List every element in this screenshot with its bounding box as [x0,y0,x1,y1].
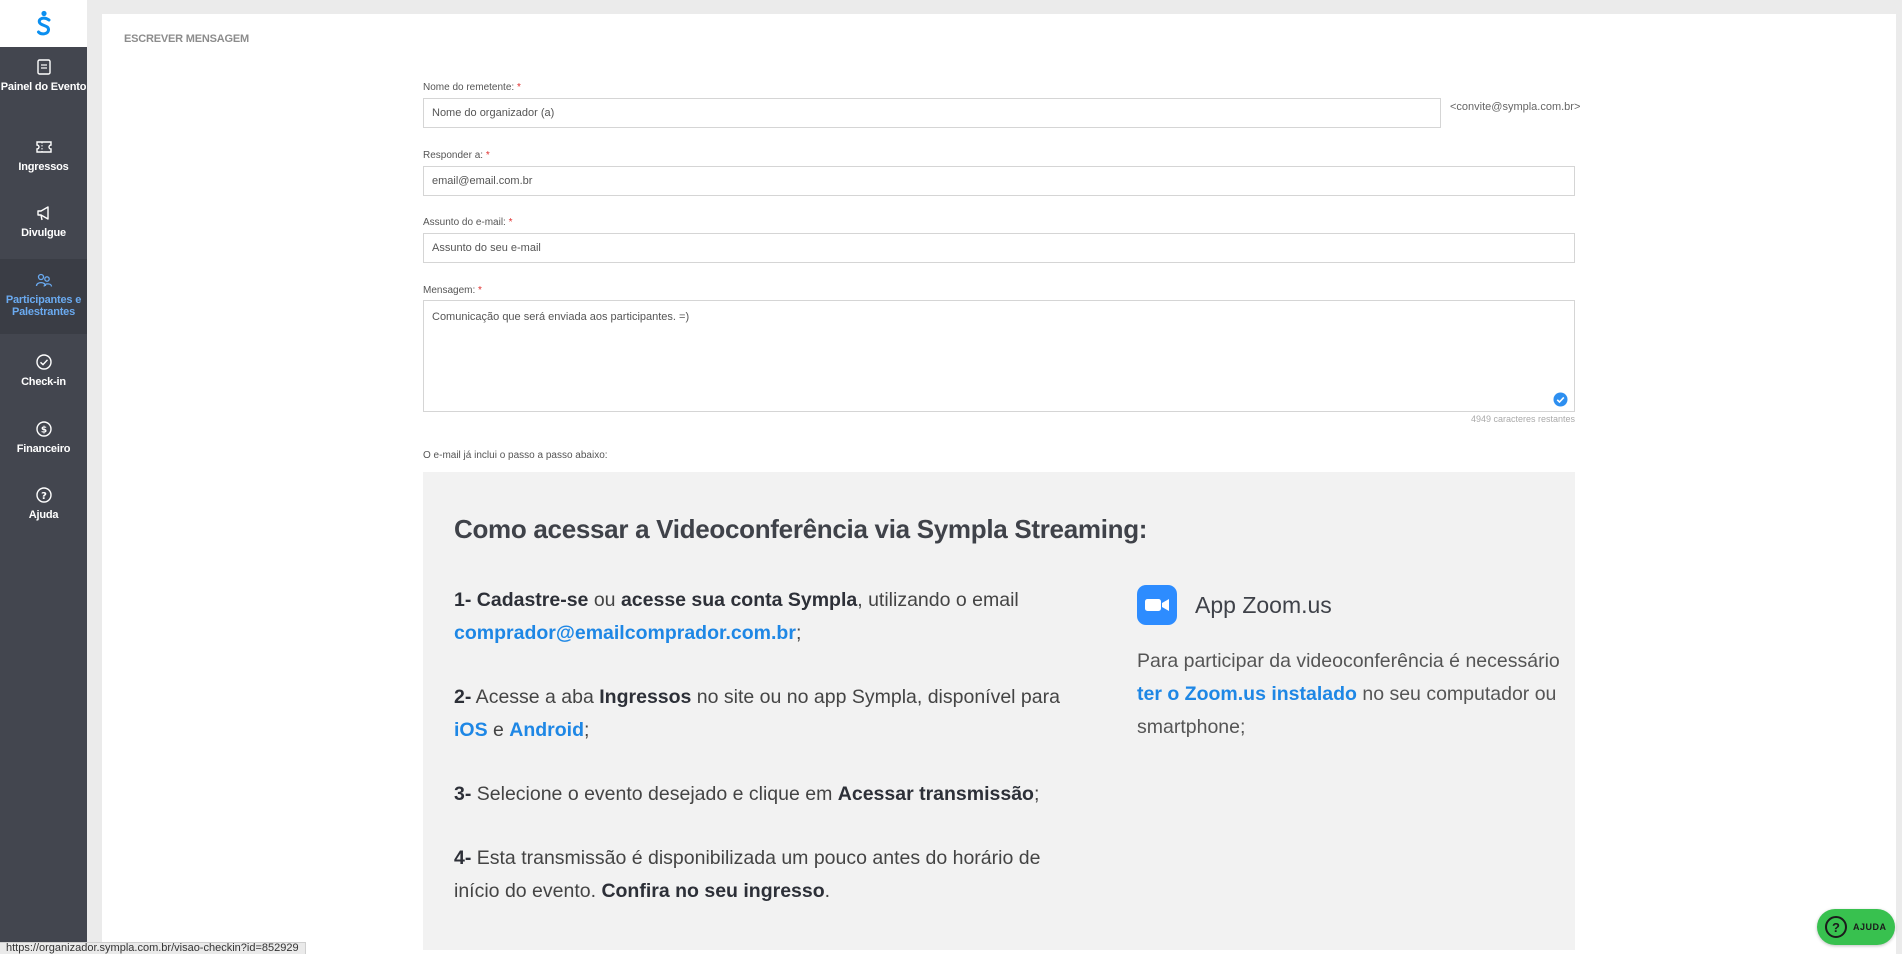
buyer-email-link[interactable]: comprador@emailcomprador.com.br [454,622,796,644]
step-1: 1- Cadastre-se ou acesse sua conta Sympl… [454,584,1064,650]
step-text: ; [1033,783,1040,805]
zoom-description: Para participar da videoconferência é ne… [1137,645,1567,744]
required-mark: * [516,82,521,93]
zoom-header: App Zoom.us [1137,585,1567,625]
step-text: Ingressos [599,686,692,708]
step-text: . [824,880,831,902]
step-text: no site ou no app Sympla, disponível par… [691,686,1060,708]
reply-to-label: Responder a: * [423,150,490,161]
sidebar-item-label: Painel do Evento [0,81,87,93]
people-icon [35,273,52,287]
includes-label: O e-mail já inclui o passo a passo abaix… [423,450,608,461]
message-card: ESCREVER MENSAGEM Nome do remetente: * <… [102,14,1896,954]
sidebar-item-ingressos[interactable]: Ingressos [0,138,87,183]
page-title: ESCREVER MENSAGEM [124,33,249,45]
sidebar-item-divulgue[interactable]: Divulgue [0,204,87,249]
message-label: Mensagem: * [423,285,482,296]
sidebar-item-participantes[interactable]: Participantes e Palestrantes [0,259,87,334]
megaphone-icon [36,206,49,221]
zoom-title: App Zoom.us [1195,591,1332,618]
step-text: ou [588,589,621,611]
help-button[interactable]: ? AJUDA [1817,909,1895,945]
svg-text:$: $ [40,426,46,436]
instructions-title: Como acessar a Videoconferência via Symp… [454,514,1148,544]
sidebar-item-painel[interactable]: Painel do Evento [0,58,87,113]
step-text: ; [584,719,590,741]
message-label-text: Mensagem: [423,285,476,296]
sender-label-text: Nome do remetente: [423,82,515,93]
sidebar-item-label: Participantes e Palestrantes [5,294,82,318]
sidebar-item-label: Ingressos [18,161,69,173]
steps-list: 1- Cadastre-se ou acesse sua conta Sympl… [454,584,1064,939]
reply-to-input[interactable] [423,166,1575,196]
sidebar-item-label: Financeiro [16,443,71,455]
step-3: 3- Selecione o evento desejado e clique … [454,778,1064,811]
step-text: Cadastre-se [476,589,589,611]
required-mark: * [478,285,482,296]
sidebar: Painel do Evento Ingressos Divulgue Part… [0,0,87,954]
svg-text:?: ? [41,491,47,502]
help-question-icon: ? [1825,916,1847,938]
sympla-logo[interactable] [0,0,87,47]
android-link[interactable]: Android [509,719,584,741]
required-mark: * [485,150,490,161]
zoom-install-link[interactable]: ter o Zoom.us instalado [1137,683,1357,705]
ios-link[interactable]: iOS [454,719,488,741]
sidebar-item-ajuda[interactable]: ? Ajuda [0,486,87,531]
reply-to-label-text: Responder a: [423,150,484,161]
step-text: Acesse a aba [471,686,600,708]
step-text: Selecione o evento desejado e clique em [471,783,838,805]
required-mark: * [508,217,513,228]
step-4: 4- Esta transmissão é disponibilizada um… [454,842,1064,908]
step-text: , utilizando o email [857,589,1019,611]
zoom-camera-icon [1137,585,1177,625]
step-text: ; [795,622,802,644]
step-number: 2- [454,686,472,708]
ticket-icon [35,141,52,153]
message-textarea[interactable] [423,300,1575,412]
sidebar-item-label: Check-in [21,376,66,388]
step-number: 3- [454,783,472,805]
sender-label: Nome do remetente: * [423,82,521,93]
sidebar-item-label: Ajuda [28,509,59,521]
check-circle-icon [35,354,52,370]
sympla-logo-icon [36,10,50,35]
document-icon [36,59,51,75]
subject-label-text: Assunto do e-mail: [423,217,506,228]
sidebar-item-financeiro[interactable]: $ Financeiro [0,420,87,465]
grammar-check-icon[interactable] [1553,392,1568,407]
subject-label: Assunto do e-mail: * [423,217,513,228]
sidebar-item-checkin[interactable]: Check-in [0,353,87,398]
step-number: 4- [454,847,472,869]
sender-email-suffix: <convite@sympla.com.br> [1450,101,1581,113]
help-label: AJUDA [1853,922,1887,932]
char-counter: 4949 caracteres restantes [1470,414,1575,424]
zoom-text: Para participar da videoconferência é ne… [1137,650,1560,672]
step-text: e [487,719,510,741]
step-text: Confira no seu ingresso [601,880,825,902]
sender-name-input[interactable] [423,98,1441,128]
step-text: acesse sua conta Sympla [620,589,858,611]
instructions-panel: Como acessar a Videoconferência via Symp… [423,472,1575,950]
question-icon: ? [35,487,52,503]
step-number: 1- [454,589,472,611]
money-icon: $ [35,421,52,437]
sidebar-item-label: Divulgue [21,227,66,239]
status-url-bar: https://organizador.sympla.com.br/visao-… [0,942,306,954]
zoom-section: App Zoom.us Para participar da videoconf… [1137,585,1567,744]
subject-input[interactable] [423,233,1575,263]
step-2: 2- Acesse a aba Ingressos no site ou no … [454,681,1064,747]
step-text: Acessar transmissão [837,783,1034,805]
